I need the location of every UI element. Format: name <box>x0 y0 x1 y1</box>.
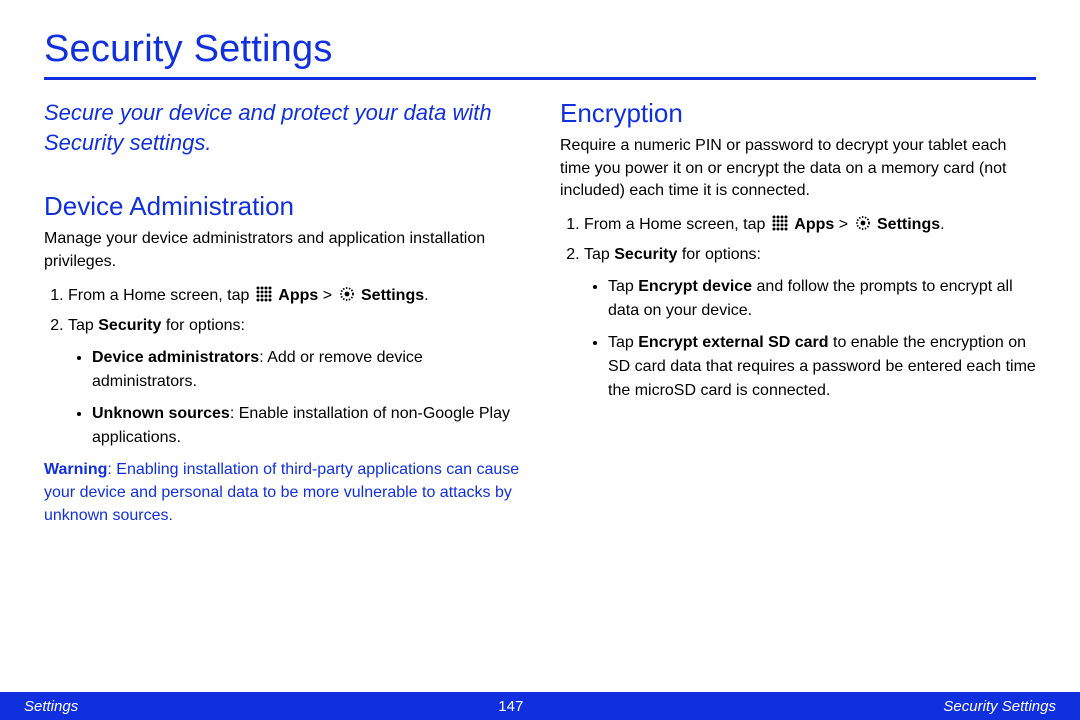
step-item: Tap Security for options: Device adminis… <box>68 314 520 450</box>
encryption-steps: From a Home screen, tap Apps > Settings.… <box>560 213 1036 403</box>
page-title: Security Settings <box>44 28 1036 71</box>
option-label: Encrypt device <box>638 278 752 295</box>
footer-right: Security Settings <box>943 698 1056 715</box>
option-text: Tap <box>608 278 638 295</box>
separator: > <box>323 287 337 304</box>
page-number: 147 <box>498 698 523 715</box>
step-text: Tap <box>584 246 614 263</box>
apps-label: Apps <box>278 287 318 304</box>
columns: Secure your device and protect your data… <box>44 98 1036 537</box>
step-text: for options: <box>677 246 761 263</box>
separator: > <box>839 216 853 233</box>
encryption-intro: Require a numeric PIN or password to dec… <box>560 135 1036 203</box>
device-admin-intro: Manage your device administrators and ap… <box>44 228 520 273</box>
encryption-heading: Encryption <box>560 98 1036 129</box>
step-item: From a Home screen, tap Apps > Settings. <box>68 284 520 308</box>
step-text: From a Home screen, tap <box>584 216 770 233</box>
warning-body: : Enabling installation of third-party a… <box>44 461 519 524</box>
settings-label: Settings <box>877 216 940 233</box>
list-item: Tap Encrypt device and follow the prompt… <box>608 275 1036 323</box>
settings-label: Settings <box>361 287 424 304</box>
device-admin-options: Device administrators: Add or remove dev… <box>68 346 520 450</box>
option-label: Unknown sources <box>92 405 230 422</box>
option-label: Encrypt external SD card <box>638 334 828 351</box>
list-item: Device administrators: Add or remove dev… <box>92 346 520 394</box>
device-admin-heading: Device Administration <box>44 191 520 222</box>
step-text: From a Home screen, tap <box>68 287 254 304</box>
footer-left: Settings <box>24 698 78 715</box>
lede-text: Secure your device and protect your data… <box>44 98 520 157</box>
security-label: Security <box>98 317 161 334</box>
left-column: Secure your device and protect your data… <box>44 98 520 537</box>
option-label: Device administrators <box>92 349 259 366</box>
warning-text: Warning: Enabling installation of third-… <box>44 458 520 528</box>
right-column: Encryption Require a numeric PIN or pass… <box>560 98 1036 537</box>
step-item: Tap Security for options: Tap Encrypt de… <box>584 243 1036 403</box>
warning-label: Warning <box>44 461 107 478</box>
settings-icon <box>855 215 871 231</box>
settings-icon <box>339 286 355 302</box>
step-item: From a Home screen, tap Apps > Settings. <box>584 213 1036 237</box>
apps-icon <box>772 215 788 231</box>
device-admin-steps: From a Home screen, tap Apps > Settings.… <box>44 284 520 450</box>
apps-label: Apps <box>794 216 834 233</box>
option-text: Tap <box>608 334 638 351</box>
step-text: Tap <box>68 317 98 334</box>
title-rule <box>44 77 1036 80</box>
footer-bar: Settings 147 Security Settings <box>0 692 1080 720</box>
period: . <box>424 287 428 304</box>
encryption-options: Tap Encrypt device and follow the prompt… <box>584 275 1036 403</box>
list-item: Tap Encrypt external SD card to enable t… <box>608 331 1036 403</box>
period: . <box>940 216 944 233</box>
apps-icon <box>256 286 272 302</box>
security-label: Security <box>614 246 677 263</box>
step-text: for options: <box>161 317 245 334</box>
list-item: Unknown sources: Enable installation of … <box>92 402 520 450</box>
